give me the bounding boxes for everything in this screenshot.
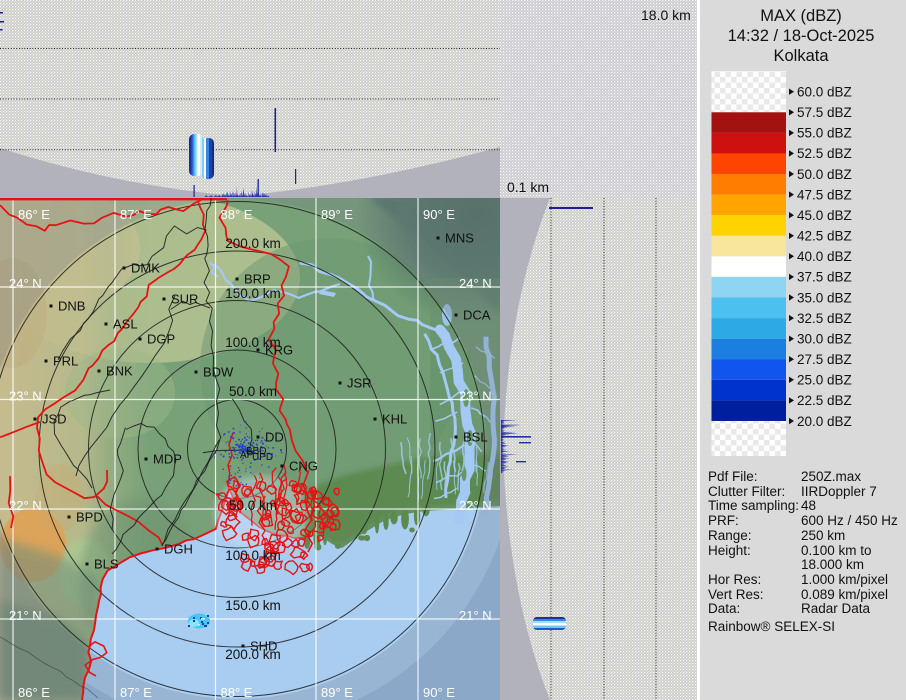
svg-text:BLS: BLS bbox=[94, 557, 119, 572]
svg-text:CNG: CNG bbox=[289, 459, 318, 474]
svg-text:JSD: JSD bbox=[42, 412, 67, 427]
svg-text:27.5 dBZ: 27.5 dBZ bbox=[797, 352, 852, 367]
svg-text:90° E: 90° E bbox=[423, 685, 455, 700]
svg-text:88° E: 88° E bbox=[221, 685, 253, 700]
svg-text:DNB: DNB bbox=[58, 299, 85, 314]
svg-text:DD: DD bbox=[265, 430, 284, 445]
svg-text:BSL: BSL bbox=[463, 430, 488, 445]
svg-text:BNK: BNK bbox=[106, 364, 133, 379]
svg-text:35.0 dBZ: 35.0 dBZ bbox=[797, 290, 852, 305]
svg-text:200.0 km: 200.0 km bbox=[225, 647, 281, 662]
svg-text:21° N: 21° N bbox=[459, 608, 492, 623]
svg-text:42.5 dBZ: 42.5 dBZ bbox=[797, 229, 852, 244]
svg-text:100.0 km: 100.0 km bbox=[225, 548, 281, 563]
svg-text:MDP: MDP bbox=[153, 452, 182, 467]
svg-text:23° N: 23° N bbox=[9, 389, 42, 404]
svg-text:30.0 dBZ: 30.0 dBZ bbox=[797, 332, 852, 347]
svg-text:200.0 km: 200.0 km bbox=[225, 236, 281, 251]
svg-text:DCA: DCA bbox=[463, 308, 491, 323]
svg-text:22° N: 22° N bbox=[459, 498, 492, 513]
svg-text:SUR: SUR bbox=[171, 292, 198, 307]
svg-text:88° E: 88° E bbox=[221, 207, 253, 222]
svg-text:47.5 dBZ: 47.5 dBZ bbox=[797, 187, 852, 202]
svg-text:BDW: BDW bbox=[203, 365, 234, 380]
svg-text:150.0 km: 150.0 km bbox=[225, 286, 281, 301]
svg-text:JSR: JSR bbox=[347, 376, 372, 391]
svg-text:PRL: PRL bbox=[53, 354, 78, 369]
svg-text:50.0 dBZ: 50.0 dBZ bbox=[797, 167, 852, 182]
svg-text:21° N: 21° N bbox=[9, 608, 42, 623]
svg-text:89° E: 89° E bbox=[321, 685, 353, 700]
svg-text:KHL: KHL bbox=[382, 412, 407, 427]
svg-text:BRP: BRP bbox=[244, 272, 271, 287]
svg-text:55.0 dBZ: 55.0 dBZ bbox=[797, 126, 852, 141]
svg-text:AP: AP bbox=[240, 450, 254, 461]
svg-text:89° E: 89° E bbox=[321, 207, 353, 222]
svg-text:MNS: MNS bbox=[445, 231, 474, 246]
svg-text:86° E: 86° E bbox=[18, 685, 50, 700]
svg-text:40.0 dBZ: 40.0 dBZ bbox=[797, 249, 852, 264]
svg-text:45.0 dBZ: 45.0 dBZ bbox=[797, 208, 852, 223]
svg-text:DGH: DGH bbox=[164, 542, 193, 557]
svg-text:22.5 dBZ: 22.5 dBZ bbox=[797, 393, 852, 408]
svg-text:57.5 dBZ: 57.5 dBZ bbox=[797, 105, 852, 120]
svg-text:100.0 km: 100.0 km bbox=[225, 335, 281, 350]
svg-text:86° E: 86° E bbox=[18, 207, 50, 222]
svg-text:DMK: DMK bbox=[131, 261, 160, 276]
svg-text:37.5 dBZ: 37.5 dBZ bbox=[797, 270, 852, 285]
svg-text:150.0 km: 150.0 km bbox=[225, 598, 281, 613]
svg-text:22° N: 22° N bbox=[9, 498, 42, 513]
svg-text:23° N: 23° N bbox=[459, 389, 492, 404]
svg-text:32.5 dBZ: 32.5 dBZ bbox=[797, 311, 852, 326]
svg-text:87° E: 87° E bbox=[120, 207, 152, 222]
svg-text:87° E: 87° E bbox=[120, 685, 152, 700]
svg-text:DGP: DGP bbox=[147, 332, 175, 347]
svg-text:ASL: ASL bbox=[113, 317, 138, 332]
svg-text:90° E: 90° E bbox=[423, 207, 455, 222]
svg-text:24° N: 24° N bbox=[9, 276, 42, 291]
svg-text:50.0 km: 50.0 km bbox=[229, 498, 277, 513]
svg-text:25.0 dBZ: 25.0 dBZ bbox=[797, 373, 852, 388]
svg-text:UPD: UPD bbox=[252, 452, 273, 463]
svg-text:24° N: 24° N bbox=[459, 276, 492, 291]
svg-text:52.5 dBZ: 52.5 dBZ bbox=[797, 146, 852, 161]
svg-text:20.0 dBZ: 20.0 dBZ bbox=[797, 414, 852, 429]
svg-text:BPD: BPD bbox=[76, 510, 103, 525]
svg-text:60.0 dBZ: 60.0 dBZ bbox=[797, 85, 852, 100]
svg-text:50.0 km: 50.0 km bbox=[229, 384, 277, 399]
